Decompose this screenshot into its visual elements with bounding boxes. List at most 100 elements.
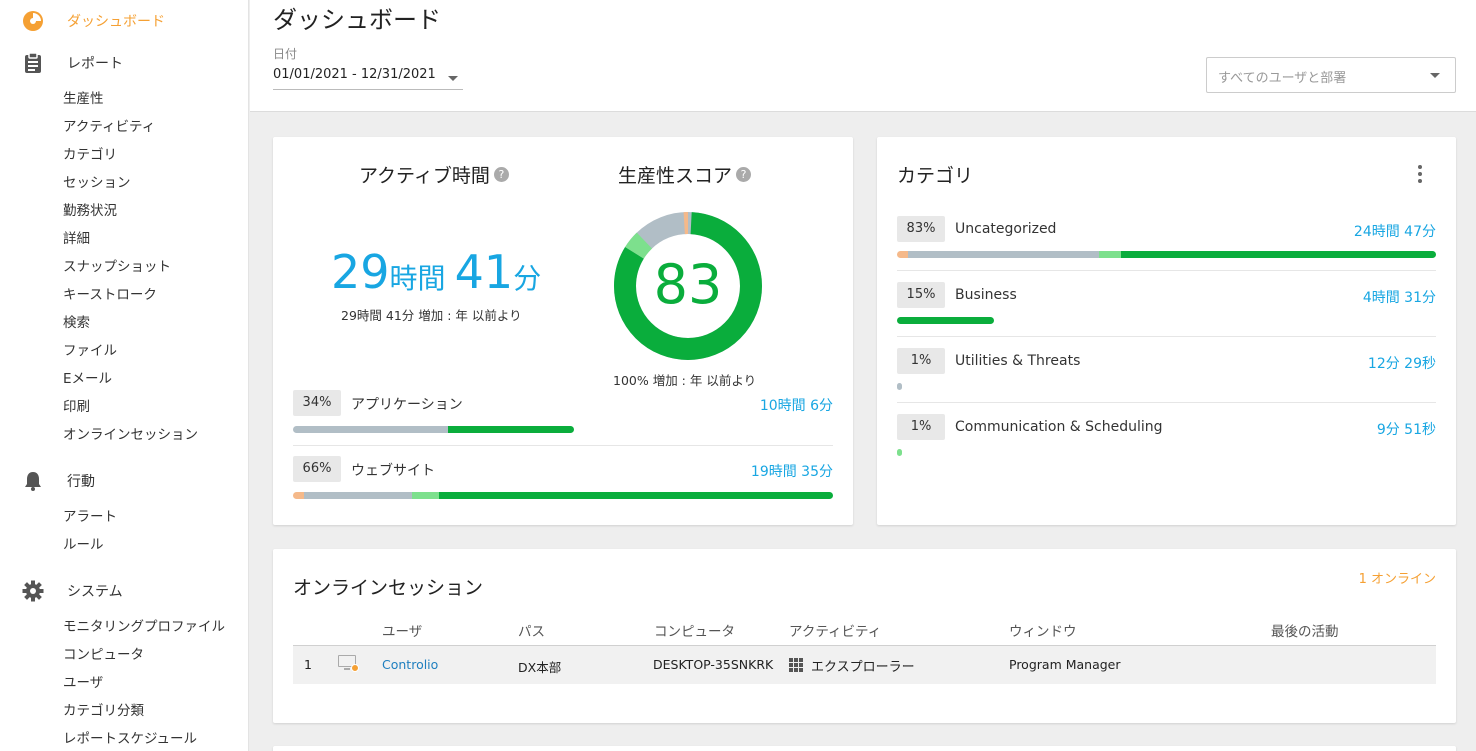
category-name[interactable]: Uncategorized	[955, 221, 1056, 237]
date-label: 日付	[273, 47, 298, 61]
user-department-select[interactable]: すべてのユーザと部署	[1206, 57, 1456, 93]
bar-segment-green	[897, 317, 994, 324]
active-minutes: 41	[454, 245, 514, 299]
sidebar-subitem-search[interactable]: 検索	[63, 314, 90, 332]
category-bar	[897, 317, 994, 324]
gear-icon	[21, 579, 45, 603]
productivity-delta: 100% 増加 : 年 以前より	[613, 373, 757, 388]
application-pct: 34%	[293, 390, 341, 416]
divider	[897, 402, 1436, 403]
website-label: ウェブサイト	[351, 463, 435, 479]
sidebar-subitem-category-classification[interactable]: カテゴリ分類	[63, 702, 144, 720]
category-bar	[897, 251, 1436, 258]
bar-segment-green	[447, 426, 574, 433]
active-time-header: アクティブ時間 ?	[359, 161, 509, 188]
sidebar-subitem-details[interactable]: 詳細	[63, 230, 90, 248]
sidebar-subitem-file[interactable]: ファイル	[63, 342, 117, 360]
monitor-icon	[338, 655, 360, 675]
bar-segment-gray	[907, 251, 1100, 258]
category-time: 4時間 31分	[1362, 290, 1436, 306]
row-window: Program Manager	[1009, 657, 1121, 672]
bar-segment-gray	[293, 426, 448, 433]
bar-segment-gray	[897, 383, 902, 390]
category-pct: 1%	[897, 414, 945, 440]
active-time-delta: 29時間 41分 増加 : 年 以前より	[341, 308, 522, 323]
column-header-last-activity[interactable]: 最後の活動	[1271, 620, 1339, 640]
bar-segment-orange	[293, 492, 304, 499]
row-number: 1	[304, 657, 312, 672]
sidebar-subitem-email[interactable]: Eメール	[63, 370, 112, 388]
column-header-activity[interactable]: アクティビティ	[789, 620, 881, 640]
website-bar	[293, 492, 833, 499]
apps-grid-icon	[789, 658, 803, 672]
sidebar-subitem-session[interactable]: セッション	[63, 174, 131, 192]
category-bar	[897, 449, 902, 456]
category-name[interactable]: Communication & Scheduling	[955, 419, 1163, 435]
category-time: 12分 29秒	[1367, 356, 1436, 372]
category-name[interactable]: Business	[955, 287, 1017, 303]
sidebar-item-label: ダッシュボード	[67, 14, 165, 30]
sidebar-subitem-monitoring-profile[interactable]: モニタリングプロファイル	[63, 618, 225, 636]
online-count[interactable]: 1 オンライン	[1359, 568, 1436, 587]
bell-icon	[21, 469, 45, 493]
divider	[897, 270, 1436, 271]
sidebar-item-label: レポート	[67, 56, 123, 72]
page-header: ダッシュボード 日付 01/01/2021 - 12/31/2021 すべてのユ…	[250, 0, 1476, 112]
sidebar-subitem-computer[interactable]: コンピュータ	[63, 646, 144, 664]
sidebar-subitem-category[interactable]: カテゴリ	[63, 146, 117, 164]
column-header-user[interactable]: ユーザ	[382, 620, 422, 640]
online-sessions-title: オンラインセッション	[293, 577, 484, 599]
application-label: アプリケーション	[351, 397, 463, 413]
active-time-title: アクティブ時間	[359, 165, 490, 187]
productivity-score: 83	[653, 253, 723, 316]
bar-segment-light-green	[411, 492, 439, 499]
sidebar-subitem-rule[interactable]: ルール	[63, 536, 104, 554]
date-range-picker[interactable]: 01/01/2021 - 12/31/2021	[273, 64, 463, 90]
website-pct: 66%	[293, 456, 341, 482]
sidebar-subitem-report-schedule[interactable]: レポートスケジュール	[63, 730, 197, 748]
category-pct: 15%	[897, 282, 945, 308]
application-time: 10時間 6分	[759, 398, 833, 414]
sidebar-item-system[interactable]: システム	[0, 578, 249, 604]
sidebar-subitem-attendance[interactable]: 勤務状況	[63, 202, 117, 220]
table-row[interactable]: 1 Controlio DX本部 DESKTOP-35SNKRK エクスプローラ…	[293, 646, 1436, 684]
user-select-placeholder: すべてのユーザと部署	[1218, 71, 1347, 86]
active-hours-unit: 時間	[389, 262, 446, 295]
row-computer: DESKTOP-35SNKRK	[653, 657, 774, 672]
sidebar-subitem-productivity[interactable]: 生産性	[63, 90, 104, 108]
column-header-computer[interactable]: コンピュータ	[654, 620, 735, 640]
productivity-title: 生産性スコア	[618, 165, 733, 187]
date-range-value: 01/01/2021 - 12/31/2021	[273, 67, 436, 82]
category-pct: 83%	[897, 216, 945, 242]
row-user-link[interactable]: Controlio	[382, 657, 438, 672]
productivity-header: 生産性スコア ?	[618, 161, 752, 188]
bar-segment-green	[438, 492, 833, 499]
categories-card: カテゴリ 83% Uncategorized 24時間 47分 15% Busi…	[877, 137, 1456, 525]
category-pct: 1%	[897, 348, 945, 374]
application-bar	[293, 426, 574, 433]
sidebar-subitem-online-session[interactable]: オンラインセッション	[63, 426, 198, 444]
sidebar: ダッシュボード レポート 生産性 アクティビティ カテゴリ セッション 勤務状況…	[0, 0, 249, 751]
category-time: 24時間 47分	[1353, 224, 1436, 240]
divider	[897, 336, 1436, 337]
sidebar-subitem-alert[interactable]: アラート	[63, 508, 117, 526]
activity-summary-card: アクティブ時間 ? 29時間 41分 29時間 41分 増加 : 年 以前より …	[273, 137, 853, 525]
help-icon[interactable]: ?	[736, 167, 752, 182]
categories-title: カテゴリ	[897, 165, 974, 187]
page-title: ダッシュボード	[273, 6, 441, 34]
sidebar-subitem-activity[interactable]: アクティビティ	[63, 118, 155, 136]
sidebar-item-dashboard[interactable]: ダッシュボード	[0, 8, 249, 34]
sidebar-subitem-print[interactable]: 印刷	[63, 398, 90, 416]
active-time-value: 29時間 41分	[331, 245, 541, 299]
more-vert-icon[interactable]	[1413, 165, 1425, 185]
sidebar-subitem-keystroke[interactable]: キーストローク	[63, 286, 157, 304]
column-header-window[interactable]: ウィンドウ	[1009, 620, 1077, 640]
help-icon[interactable]: ?	[493, 167, 509, 182]
sidebar-item-report[interactable]: レポート	[0, 50, 249, 76]
active-minutes-unit: 分	[513, 262, 542, 295]
sidebar-item-behavior[interactable]: 行動	[0, 468, 249, 494]
column-header-path[interactable]: パス	[518, 620, 545, 640]
sidebar-subitem-snapshot[interactable]: スナップショット	[63, 258, 171, 276]
category-name[interactable]: Utilities & Threats	[955, 353, 1080, 369]
sidebar-subitem-user[interactable]: ユーザ	[63, 674, 103, 692]
